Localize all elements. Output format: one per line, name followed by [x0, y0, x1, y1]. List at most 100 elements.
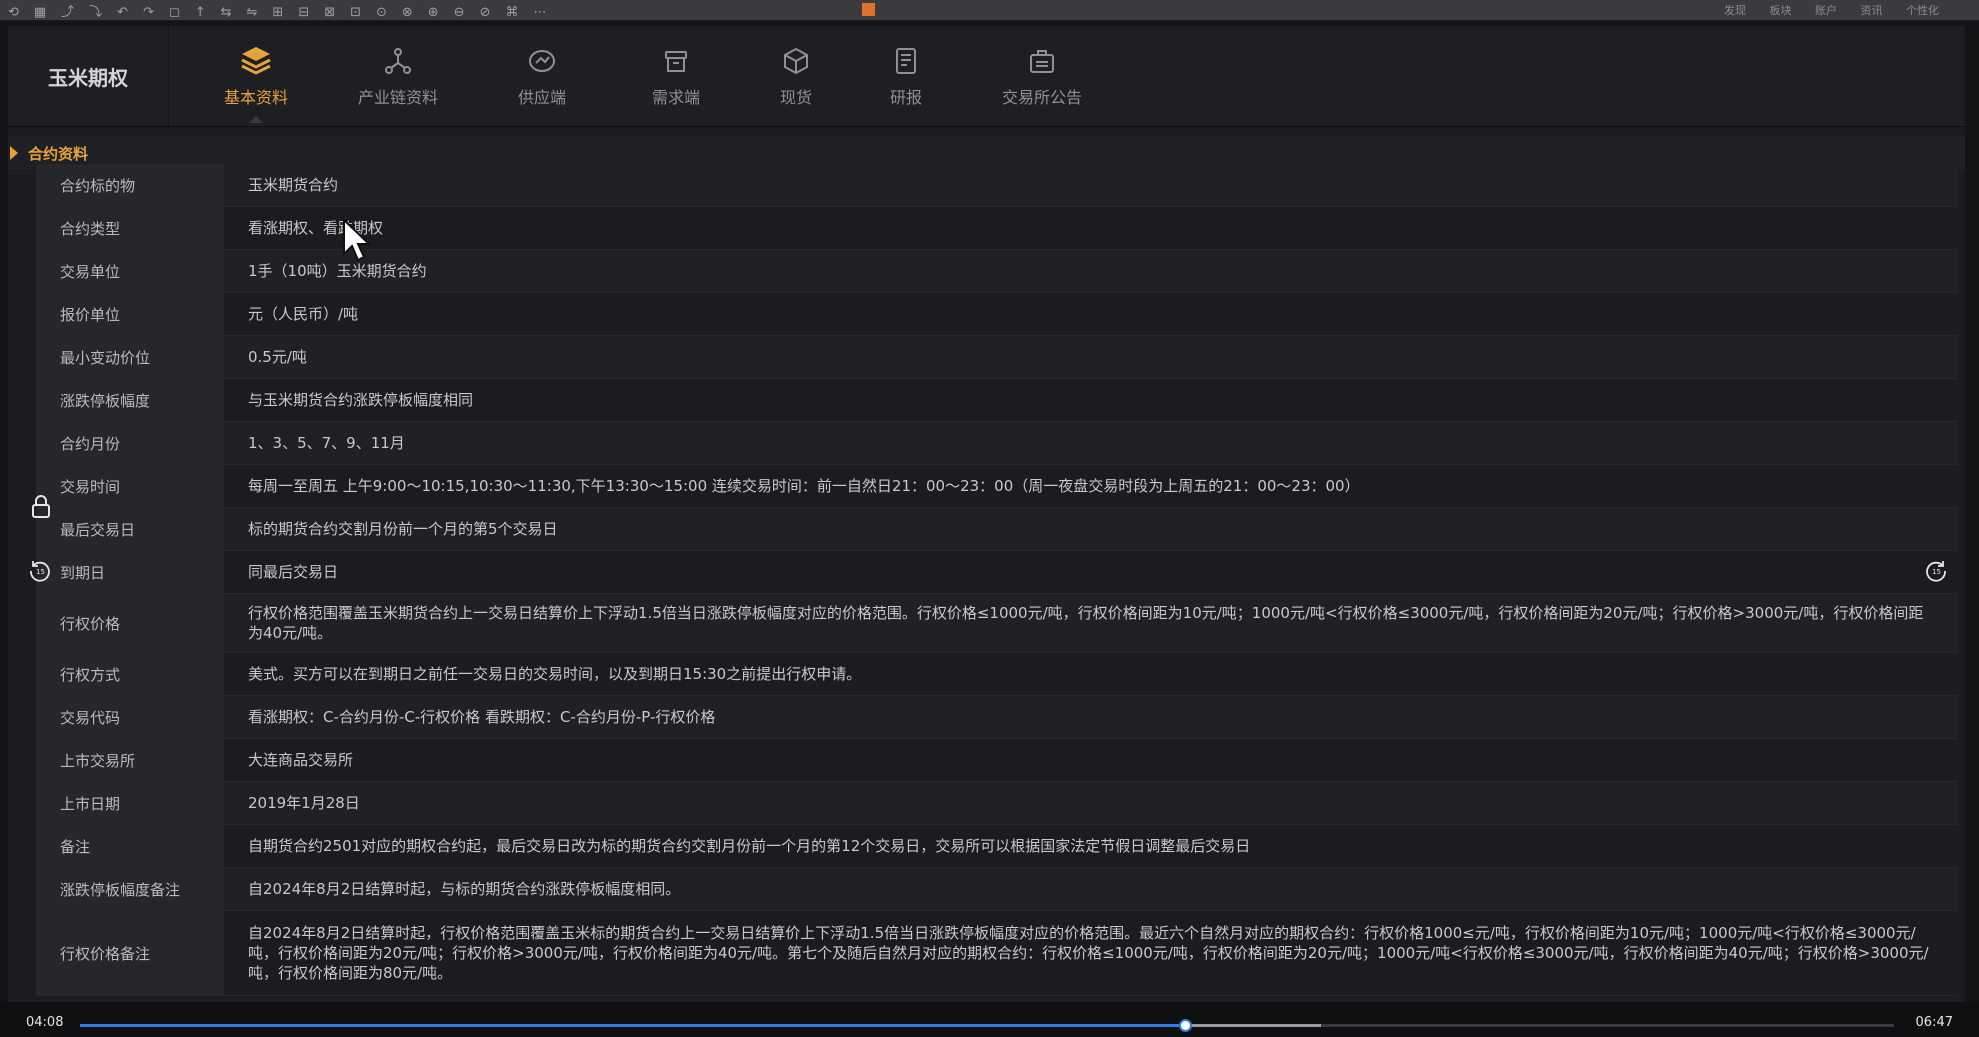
- demand-icon: [659, 44, 693, 78]
- toolbar-menus: 发现 板块 账户 资讯 个性化: [1704, 2, 1939, 18]
- played-bar: [80, 1024, 1185, 1027]
- table-row: 交易时间 每周一至周五 上午9:00～10:15,10:30～11:30,下午13…: [36, 465, 1958, 508]
- section-title: 合约资料: [28, 144, 89, 163]
- color-swatch-icon[interactable]: [862, 3, 875, 16]
- svg-text:15: 15: [1932, 568, 1941, 576]
- active-indicator: [249, 116, 263, 123]
- row-label: 备注: [36, 825, 224, 867]
- toolbar-icons[interactable]: ⟲▦⤴⤵↶↷◻↑⇆⇋⊞⊟⊠⊡⊙⊗⊕⊖⊘⌘⋯: [8, 1, 561, 20]
- row-value: 1、3、5、7、9、11月: [248, 434, 405, 452]
- row-value: 美式。买方可以在到期日之前任一交易日的交易时间，以及到期日15:30之前提出行权…: [248, 665, 862, 683]
- top-nav: 玉米期权 基本资料 产业链资料 供应端 需求端 现货 研报 交易所公告: [8, 26, 1965, 127]
- menu-item[interactable]: 发现: [1724, 4, 1746, 17]
- tab-basic-info[interactable]: 基本资料: [196, 44, 316, 123]
- tab-label: 现货: [779, 88, 812, 107]
- table-row: 备注 自期货合约2501对应的期权合约起，最后交易日改为标的期货合约交割月份前一个…: [36, 825, 1958, 868]
- row-value: 大连商品交易所: [248, 751, 354, 769]
- tab-label: 供应端: [517, 88, 566, 107]
- brand-title: 玉米期权: [8, 26, 169, 126]
- total-time: 06:47: [1915, 1015, 1953, 1030]
- table-row: 交易单位 1手（10吨）玉米期货合约: [36, 250, 1958, 293]
- table-row: 上市日期 2019年1月28日: [36, 782, 1958, 825]
- video-player-bar: 04:08 06:47: [0, 1002, 1979, 1037]
- svg-text:15: 15: [36, 568, 45, 576]
- row-label: 最小变动价位: [36, 336, 224, 378]
- box-icon: [779, 44, 813, 78]
- table-row: 合约类型 看涨期权、看跌期权: [36, 207, 1958, 250]
- row-label: 合约标的物: [36, 164, 224, 206]
- report-icon: [889, 44, 923, 78]
- table-row: 到期日 同最后交易日: [36, 551, 1958, 594]
- row-label: 涨跌停板幅度: [36, 379, 224, 421]
- row-label: 合约类型: [36, 207, 224, 249]
- table-row: 行权价格备注 自2024年8月2日结算时起，行权价格范围覆盖玉米标的期货合约上一交…: [36, 911, 1958, 996]
- os-toolbar: ⟲▦⤴⤵↶↷◻↑⇆⇋⊞⊟⊠⊡⊙⊗⊕⊖⊘⌘⋯ 发现 板块 账户 资讯 个性化: [0, 0, 1979, 21]
- table-row: 涨跌停板幅度备注 自2024年8月2日结算时起，与标的期货合约涨跌停板幅度相同。: [36, 868, 1958, 911]
- menu-item[interactable]: 板块: [1770, 4, 1792, 17]
- row-label: 合约月份: [36, 422, 224, 464]
- progress-track[interactable]: [80, 1019, 1894, 1032]
- row-label: 涨跌停板幅度备注: [36, 868, 224, 910]
- menu-item[interactable]: 资讯: [1861, 4, 1883, 17]
- row-label: 到期日: [36, 551, 224, 593]
- chain-icon: [381, 44, 415, 78]
- tab-label: 研报: [889, 88, 922, 107]
- row-value: 看涨期权、看跌期权: [248, 219, 384, 237]
- tab-label: 产业链资料: [357, 88, 438, 107]
- menu-item[interactable]: 账户: [1815, 4, 1837, 17]
- table-row: 行权价格 行权价格范围覆盖玉米期货合约上一交易日结算价上下浮动1.5倍当日涨跌停板…: [36, 594, 1958, 653]
- current-time: 04:08: [26, 1015, 64, 1030]
- tab-industry-chain[interactable]: 产业链资料: [338, 44, 458, 122]
- row-label: 报价单位: [36, 293, 224, 335]
- tab-exchange-notice[interactable]: 交易所公告: [982, 44, 1102, 122]
- table-row: 报价单位 元（人民币）/吨: [36, 293, 1958, 336]
- row-label: 行权价格备注: [36, 911, 224, 995]
- tab-research[interactable]: 研报: [846, 44, 966, 122]
- row-value: 1手（10吨）玉米期货合约: [248, 262, 427, 280]
- row-label: 交易单位: [36, 250, 224, 292]
- table-row: 涨跌停板幅度 与玉米期货合约涨跌停板幅度相同: [36, 379, 1958, 422]
- row-value: 看涨期权：C-合约月份-C-行权价格 看跌期权：C-合约月份-P-行权价格: [248, 708, 716, 726]
- tab-supply[interactable]: 供应端: [482, 44, 602, 122]
- tab-spot[interactable]: 现货: [736, 44, 856, 122]
- row-value: 自2024年8月2日结算时起，行权价格范围覆盖玉米标的期货合约上一交易日结算价上…: [248, 924, 1929, 982]
- table-row: 合约标的物 玉米期货合约: [36, 164, 1958, 207]
- row-label: 交易代码: [36, 696, 224, 738]
- row-label: 最后交易日: [36, 508, 224, 550]
- tab-label: 基本资料: [223, 88, 288, 107]
- row-label: 上市交易所: [36, 739, 224, 781]
- layers-icon: [239, 44, 273, 78]
- row-label: 交易时间: [36, 465, 224, 507]
- table-row: 合约月份 1、3、5、7、9、11月: [36, 422, 1958, 465]
- tab-label: 需求端: [651, 88, 700, 107]
- row-label: 上市日期: [36, 782, 224, 824]
- table-row: 上市交易所 大连商品交易所: [36, 739, 1958, 782]
- contract-info-table: 合约标的物 玉米期货合约 合约类型 看涨期权、看跌期权 交易单位 1手（10吨）玉米期…: [36, 164, 1958, 996]
- row-value: 元（人民币）/吨: [248, 305, 359, 323]
- row-label: 行权价格: [36, 594, 224, 652]
- table-row: 交易代码 看涨期权：C-合约月份-C-行权价格 看跌期权：C-合约月份-P-行权价…: [36, 696, 1958, 739]
- mouse-cursor-icon: [342, 217, 372, 264]
- table-row: 最后交易日 标的期货合约交割月份前一个月的第5个交易日: [36, 508, 1958, 551]
- row-label: 行权方式: [36, 653, 224, 695]
- row-value: 每周一至周五 上午9:00～10:15,10:30～11:30,下午13:30～…: [248, 477, 1360, 495]
- notice-icon: [1025, 44, 1059, 78]
- tab-label: 交易所公告: [1001, 88, 1082, 107]
- row-value: 同最后交易日: [248, 563, 339, 581]
- table-row: 行权方式 美式。买方可以在到期日之前任一交易日的交易时间，以及到期日15:30之前…: [36, 653, 1958, 696]
- table-row: 最小变动价位 0.5元/吨: [36, 336, 1958, 379]
- supply-icon: [525, 44, 559, 78]
- row-value: 自2024年8月2日结算时起，与标的期货合约涨跌停板幅度相同。: [248, 880, 681, 898]
- caret-right-icon: [10, 146, 18, 160]
- row-value: 行权价格范围覆盖玉米期货合约上一交易日结算价上下浮动1.5倍当日涨跌停板幅度对应…: [248, 604, 1924, 642]
- row-value: 与玉米期货合约涨跌停板幅度相同: [248, 391, 474, 409]
- lock-icon[interactable]: [30, 495, 52, 519]
- row-value: 自期货合约2501对应的期权合约起，最后交易日改为标的期货合约交割月份前一个月的…: [248, 837, 1251, 855]
- tab-demand[interactable]: 需求端: [616, 44, 736, 122]
- row-value: 标的期货合约交割月份前一个月的第5个交易日: [248, 520, 558, 538]
- menu-item[interactable]: 个性化: [1906, 4, 1939, 17]
- row-value: 2019年1月28日: [248, 794, 360, 812]
- forward-15-icon[interactable]: 15: [1924, 558, 1948, 582]
- progress-knob[interactable]: [1178, 1019, 1192, 1032]
- rewind-15-icon[interactable]: 15: [28, 558, 52, 582]
